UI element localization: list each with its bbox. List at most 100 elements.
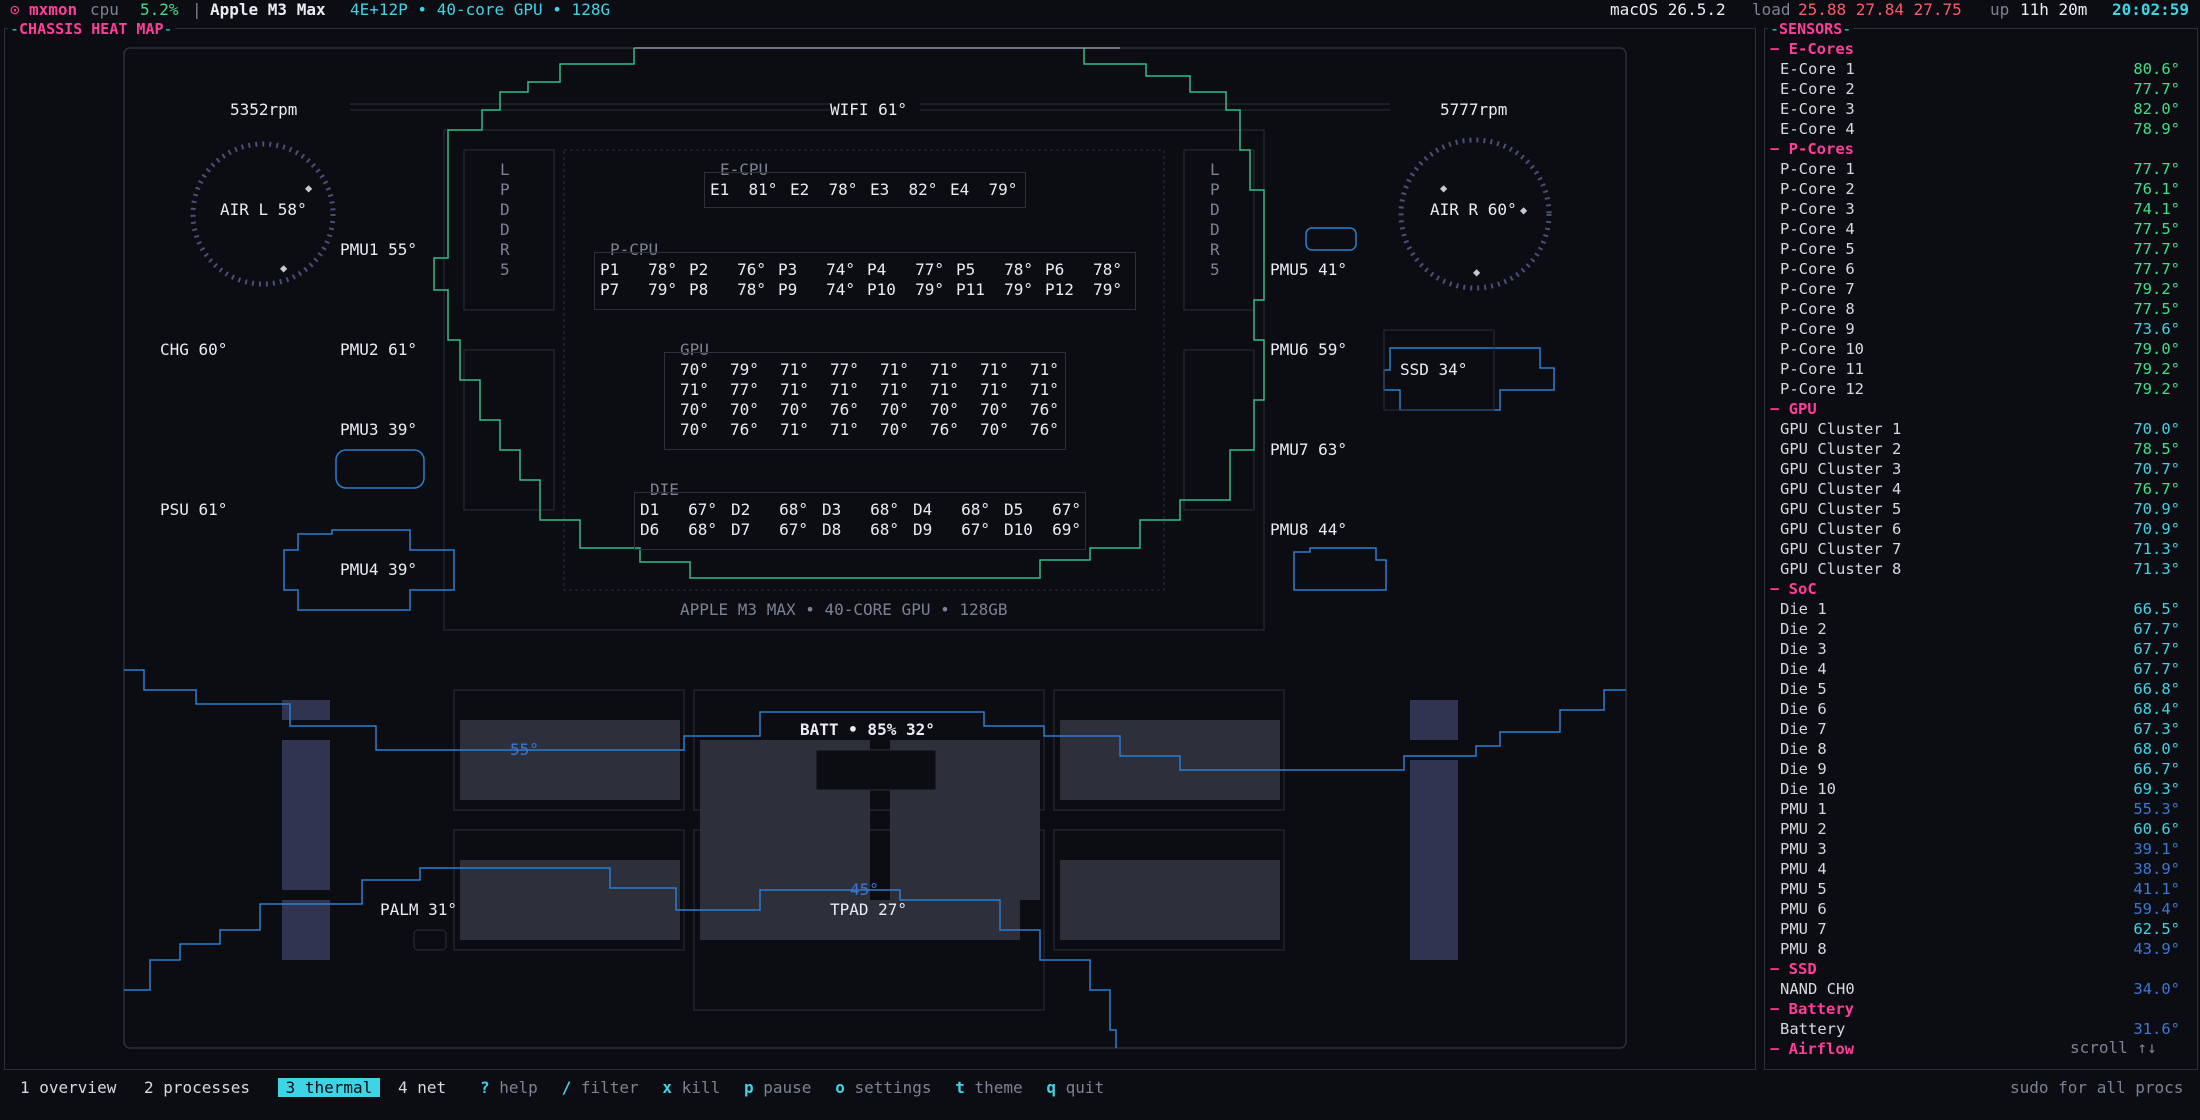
pmu6-temp: PMU6 59°: [1270, 340, 1348, 359]
sensor-value: 34.0°: [2133, 980, 2180, 998]
sensor-row: P-Core 11 79.2°: [1780, 360, 2180, 380]
pcpu-cell: P10 79°: [867, 280, 945, 299]
gpu-cell: 76°: [1030, 420, 1059, 439]
sensor-label: PMU 3: [1780, 840, 1827, 858]
sensor-label: P-Core 7: [1780, 280, 1855, 298]
sensor-value: 67.3°: [2133, 720, 2180, 738]
tab-processes[interactable]: 2 processes: [144, 1078, 250, 1097]
sensor-label: GPU Cluster 1: [1780, 420, 1902, 438]
action-pause[interactable]: p pause: [744, 1078, 811, 1097]
gpu-cell: 77°: [830, 360, 859, 379]
sensor-row: PMU 8 43.9°: [1780, 940, 2180, 960]
action-theme[interactable]: t theme: [955, 1078, 1022, 1097]
gpu-cell: 70°: [730, 400, 759, 419]
tab-thermal[interactable]: 3 thermal: [277, 1078, 381, 1097]
sensor-label: GPU Cluster 5: [1780, 500, 1902, 518]
gpu-cell: 76°: [830, 400, 859, 419]
sensor-value: 67.7°: [2133, 640, 2180, 658]
tab-overview[interactable]: 1 overview: [20, 1078, 116, 1097]
sensor-value: 55.3°: [2133, 800, 2180, 818]
pmu3-temp: PMU3 39°: [340, 420, 418, 439]
action-kill[interactable]: x kill: [662, 1078, 720, 1097]
action-label: kill: [672, 1078, 721, 1097]
fan-right-rpm: 5777rpm: [1440, 100, 1508, 119]
isotherm-55-label: 55°: [510, 740, 539, 759]
sensor-row: P-Core 10 79.0°: [1780, 340, 2180, 360]
gpu-cell: 70°: [880, 400, 909, 419]
sensor-label: P-Core 9: [1780, 320, 1855, 338]
sensor-row: GPU Cluster 8 71.3°: [1780, 560, 2180, 580]
gpu-cell: 71°: [830, 420, 859, 439]
sensor-label: P-Core 3: [1780, 200, 1855, 218]
sensor-value: 70.9°: [2133, 520, 2180, 538]
gpu-cell: 79°: [730, 360, 759, 379]
sensor-group-header[interactable]: − E-Cores: [1770, 40, 1854, 58]
sensor-group-header[interactable]: − SoC: [1770, 580, 1817, 598]
sensor-value: 67.7°: [2133, 660, 2180, 678]
sensor-group-header[interactable]: − GPU: [1770, 400, 1817, 418]
die-cell: D2 68°: [731, 500, 809, 519]
sensor-row: Die 4 67.7°: [1780, 660, 2180, 680]
sensor-value: 66.5°: [2133, 600, 2180, 618]
sudo-note: sudo for all procs: [2010, 1078, 2184, 1097]
action-settings[interactable]: o settings: [835, 1078, 931, 1097]
sensor-label: P-Core 5: [1780, 240, 1855, 258]
lpddr-right: L P D D R 5: [1210, 160, 1220, 279]
gpu-cell: 71°: [830, 380, 859, 399]
die-cell: D9 67°: [913, 520, 991, 539]
sensor-row: Die 6 68.4°: [1780, 700, 2180, 720]
psu-temp: PSU 61°: [160, 500, 228, 519]
pcpu-cell: P8 78°: [689, 280, 767, 299]
sensor-label: Die 5: [1780, 680, 1827, 698]
action-help[interactable]: ? help: [480, 1078, 538, 1097]
sensor-group-header[interactable]: − P-Cores: [1770, 140, 1854, 158]
gpu-cell: 71°: [930, 380, 959, 399]
sensor-label: GPU Cluster 7: [1780, 540, 1902, 558]
sensor-label: GPU Cluster 3: [1780, 460, 1902, 478]
action-quit[interactable]: q quit: [1046, 1078, 1104, 1097]
sensor-value: 74.1°: [2133, 200, 2180, 218]
sensor-label: Battery: [1780, 1020, 1846, 1038]
sensor-label: P-Core 11: [1780, 360, 1864, 378]
sensor-row: GPU Cluster 6 70.9°: [1780, 520, 2180, 540]
sensor-row: GPU Cluster 4 76.7°: [1780, 480, 2180, 500]
gpu-cell: 71°: [780, 360, 809, 379]
clock: 20:02:59: [2112, 0, 2190, 19]
pcpu-cell: P7 79°: [600, 280, 678, 299]
sensor-label: E-Core 1: [1780, 60, 1855, 78]
gpu-cell: 71°: [880, 380, 909, 399]
tab-net[interactable]: 4 net: [398, 1078, 446, 1097]
gpu-cell: 71°: [980, 360, 1009, 379]
sensor-value: 70.0°: [2133, 420, 2180, 438]
sensor-group-header[interactable]: − Airflow: [1770, 1040, 1854, 1058]
sensor-group-header[interactable]: − SSD: [1770, 960, 1817, 978]
gpu-cell: 70°: [980, 420, 1009, 439]
sensor-label: Die 6: [1780, 700, 1827, 718]
gpu-cell: 71°: [880, 360, 909, 379]
sensor-group-header[interactable]: − Battery: [1770, 1000, 1854, 1018]
sensor-row: E-Core 4 78.9°: [1780, 120, 2180, 140]
sensor-row: P-Core 1 77.7°: [1780, 160, 2180, 180]
sensor-label: P-Core 4: [1780, 220, 1855, 238]
sensor-row: P-Core 4 77.5°: [1780, 220, 2180, 240]
action-key: o: [835, 1078, 845, 1097]
sensor-label: P-Core 8: [1780, 300, 1855, 318]
sensor-label: Die 8: [1780, 740, 1827, 758]
sensor-label: GPU Cluster 8: [1780, 560, 1902, 578]
action-label: theme: [964, 1078, 1023, 1097]
gpu-cell: 76°: [1030, 400, 1059, 419]
pmu8-temp: PMU8 44°: [1270, 520, 1348, 539]
sensor-value: 77.7°: [2133, 240, 2180, 258]
sensor-value: 77.7°: [2133, 160, 2180, 178]
pmu5-temp: PMU5 41°: [1270, 260, 1348, 279]
die-cell: D6 68°: [640, 520, 718, 539]
sensor-row: GPU Cluster 7 71.3°: [1780, 540, 2180, 560]
sensor-row: Die 7 67.3°: [1780, 720, 2180, 740]
sensor-value: 80.6°: [2133, 60, 2180, 78]
uptime: 11h 20m: [2020, 0, 2088, 19]
sensor-row: P-Core 6 77.7°: [1780, 260, 2180, 280]
action-filter[interactable]: / filter: [562, 1078, 639, 1097]
soc-caption: APPLE M3 MAX • 40-CORE GPU • 128GB: [680, 600, 1008, 619]
sensor-value: 76.7°: [2133, 480, 2180, 498]
pcpu-cell: P12 79°: [1045, 280, 1123, 299]
